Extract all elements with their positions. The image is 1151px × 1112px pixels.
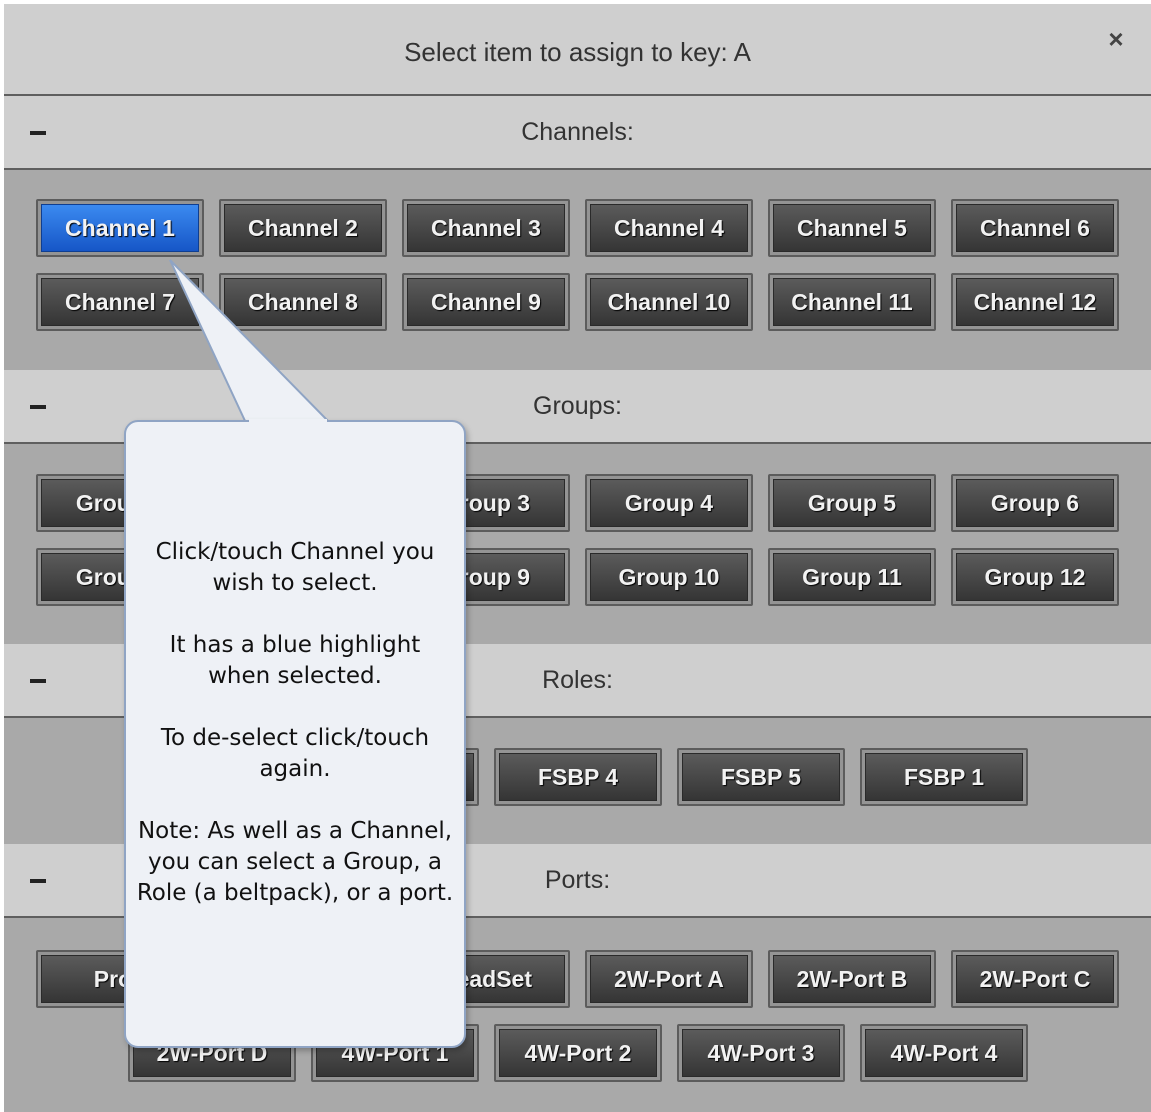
fsbp-5-button[interactable]: FSBP 5	[677, 748, 845, 806]
dialog-title: Select item to assign to key: A	[404, 37, 751, 67]
2w-port-a-button[interactable]: 2W-Port A	[585, 950, 753, 1008]
channel-11-label: Channel 11	[773, 278, 931, 326]
channel-4-button[interactable]: Channel 4	[585, 199, 753, 257]
channel-8-label: Channel 8	[224, 278, 382, 326]
channel-10-label: Channel 10	[590, 278, 748, 326]
collapse-ports-icon[interactable]	[24, 868, 54, 892]
channel-3-button[interactable]: Channel 3	[402, 199, 570, 257]
2w-port-a-label: 2W-Port A	[590, 955, 748, 1003]
2w-port-c-button[interactable]: 2W-Port C	[951, 950, 1119, 1008]
channel-1-label: Channel 1	[41, 204, 199, 252]
group-12-button[interactable]: Group 12	[951, 548, 1119, 606]
fsbp-5-label: FSBP 5	[682, 753, 840, 801]
collapse-groups-icon[interactable]	[24, 394, 54, 418]
callout-text: Click/touch Channel you wish to select. …	[136, 537, 454, 940]
channels-section-body: Channel 1 Channel 2 Channel 3 Channel 4 Chan…	[4, 170, 1151, 370]
group-4-button[interactable]: Group 4	[585, 474, 753, 532]
channel-6-button[interactable]: Channel 6	[951, 199, 1119, 257]
channel-6-label: Channel 6	[956, 204, 1114, 252]
fsbp-1-label: FSBP 1	[865, 753, 1023, 801]
4w-port-2-label: 4W-Port 2	[499, 1029, 657, 1077]
4w-port-3-label: 4W-Port 3	[682, 1029, 840, 1077]
close-icon[interactable]: ×	[1101, 24, 1131, 54]
channel-1-button[interactable]: Channel 1	[36, 199, 204, 257]
fsbp-1-button[interactable]: FSBP 1	[860, 748, 1028, 806]
channel-4-label: Channel 4	[590, 204, 748, 252]
group-10-button[interactable]: Group 10	[585, 548, 753, 606]
channel-12-button[interactable]: Channel 12	[951, 273, 1119, 331]
4w-port-3-button[interactable]: 4W-Port 3	[677, 1024, 845, 1082]
channel-7-label: Channel 7	[41, 278, 199, 326]
callout-paragraph: It has a blue highlight when selected.	[169, 632, 421, 689]
dialog-title-bar: Select item to assign to key: A ×	[4, 4, 1151, 96]
group-10-label: Group 10	[590, 553, 748, 601]
group-5-label: Group 5	[773, 479, 931, 527]
group-12-label: Group 12	[956, 553, 1114, 601]
callout-paragraph: Click/touch Channel you wish to select.	[155, 539, 435, 596]
collapse-channels-icon[interactable]	[24, 120, 54, 144]
group-5-button[interactable]: Group 5	[768, 474, 936, 532]
callout-paragraph: Note: As well as a Channel, you can sele…	[136, 818, 454, 906]
group-4-label: Group 4	[590, 479, 748, 527]
channels-section-header[interactable]: Channels:	[4, 96, 1151, 170]
2w-port-b-button[interactable]: 2W-Port B	[768, 950, 936, 1008]
channel-7-button[interactable]: Channel 7	[36, 273, 204, 331]
callout-paragraph: To de-select click/touch again.	[160, 725, 430, 782]
group-11-button[interactable]: Group 11	[768, 548, 936, 606]
fsbp-4-button[interactable]: FSBP 4	[494, 748, 662, 806]
channel-11-button[interactable]: Channel 11	[768, 273, 936, 331]
2w-port-c-label: 2W-Port C	[956, 955, 1114, 1003]
channel-2-label: Channel 2	[224, 204, 382, 252]
channel-9-button[interactable]: Channel 9	[402, 273, 570, 331]
help-callout: Click/touch Channel you wish to select. …	[124, 420, 466, 1048]
fsbp-4-label: FSBP 4	[499, 753, 657, 801]
channel-2-button[interactable]: Channel 2	[219, 199, 387, 257]
4w-port-4-button[interactable]: 4W-Port 4	[860, 1024, 1028, 1082]
groups-section-label: Groups:	[533, 392, 622, 420]
channel-12-label: Channel 12	[956, 278, 1114, 326]
group-11-label: Group 11	[773, 553, 931, 601]
group-6-button[interactable]: Group 6	[951, 474, 1119, 532]
group-6-label: Group 6	[956, 479, 1114, 527]
4w-port-4-label: 4W-Port 4	[865, 1029, 1023, 1077]
2w-port-b-label: 2W-Port B	[773, 955, 931, 1003]
channel-5-button[interactable]: Channel 5	[768, 199, 936, 257]
channel-10-button[interactable]: Channel 10	[585, 273, 753, 331]
channel-8-button[interactable]: Channel 8	[219, 273, 387, 331]
channel-9-label: Channel 9	[407, 278, 565, 326]
channel-5-label: Channel 5	[773, 204, 931, 252]
channel-3-label: Channel 3	[407, 204, 565, 252]
channels-section-label: Channels:	[521, 118, 634, 146]
collapse-roles-icon[interactable]	[24, 668, 54, 692]
4w-port-2-button[interactable]: 4W-Port 2	[494, 1024, 662, 1082]
